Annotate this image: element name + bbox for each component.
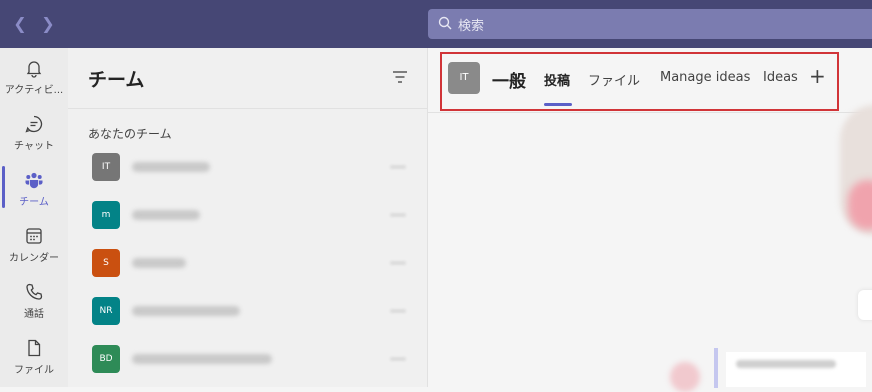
team-avatar: IT	[92, 153, 120, 181]
section-label: あなたのチーム	[88, 127, 172, 141]
more-options-icon[interactable]	[390, 309, 406, 313]
rail-item-label: チャット	[14, 141, 54, 152]
file-icon	[28, 339, 41, 357]
rail-item-label: チーム	[19, 197, 49, 208]
team-name	[132, 210, 200, 220]
filter-icon[interactable]	[392, 70, 408, 84]
search-input[interactable]: 検索	[428, 9, 872, 39]
title-bar: ❮ ❯ 検索	[0, 0, 872, 48]
app-rail: アクティビ... チャット チーム カレンダー 通話 ファイル	[0, 48, 68, 387]
team-name	[132, 258, 186, 268]
team-row[interactable]: m	[68, 197, 427, 245]
rail-item-calendar[interactable]: カレンダー	[0, 216, 68, 272]
team-name	[132, 306, 240, 316]
team-avatar: NR	[92, 297, 120, 325]
team-avatar: BD	[92, 345, 120, 373]
more-options-icon[interactable]	[390, 213, 406, 217]
blurred-image	[848, 180, 872, 230]
team-row[interactable]: IT	[68, 149, 427, 197]
rail-item-label: ファイル	[14, 365, 54, 376]
rail-item-label: 通話	[24, 309, 44, 320]
teams-header: チーム	[68, 48, 427, 109]
team-name	[132, 162, 210, 172]
team-avatar: S	[92, 249, 120, 277]
team-name	[132, 354, 272, 364]
teams-panel: チーム あなたのチーム IT m S NR BD	[68, 48, 428, 387]
more-options-icon[interactable]	[390, 165, 406, 169]
more-options-icon[interactable]	[390, 357, 406, 361]
rail-item-label: アクティビ...	[4, 85, 64, 96]
bell-icon	[26, 61, 42, 78]
rail-item-teams[interactable]: チーム	[0, 160, 68, 216]
rail-item-activity[interactable]: アクティビ...	[0, 48, 68, 104]
rail-item-chat[interactable]: チャット	[0, 104, 68, 160]
forward-arrow-icon[interactable]: ❯	[38, 14, 58, 34]
chat-icon	[25, 115, 43, 133]
blurred-post[interactable]	[726, 352, 866, 387]
rail-item-label: カレンダー	[9, 253, 59, 264]
team-row[interactable]: BD	[68, 341, 427, 389]
team-row[interactable]: S	[68, 245, 427, 293]
rail-item-files[interactable]: ファイル	[0, 328, 68, 384]
more-options-icon[interactable]	[390, 261, 406, 265]
back-arrow-icon[interactable]: ❮	[10, 14, 30, 34]
phone-icon	[26, 283, 43, 300]
search-placeholder: 検索	[458, 19, 485, 34]
teams-icon	[25, 172, 43, 189]
highlight-box	[440, 52, 839, 111]
calendar-icon	[26, 228, 42, 244]
rail-item-calls[interactable]: 通話	[0, 272, 68, 328]
page-title: チーム	[88, 69, 145, 91]
blurred-avatar	[670, 362, 700, 392]
team-avatar: m	[92, 201, 120, 229]
search-icon	[438, 16, 452, 30]
post-accent-bar	[714, 348, 718, 388]
team-row[interactable]: NR	[68, 293, 427, 341]
blurred-card	[858, 290, 872, 320]
